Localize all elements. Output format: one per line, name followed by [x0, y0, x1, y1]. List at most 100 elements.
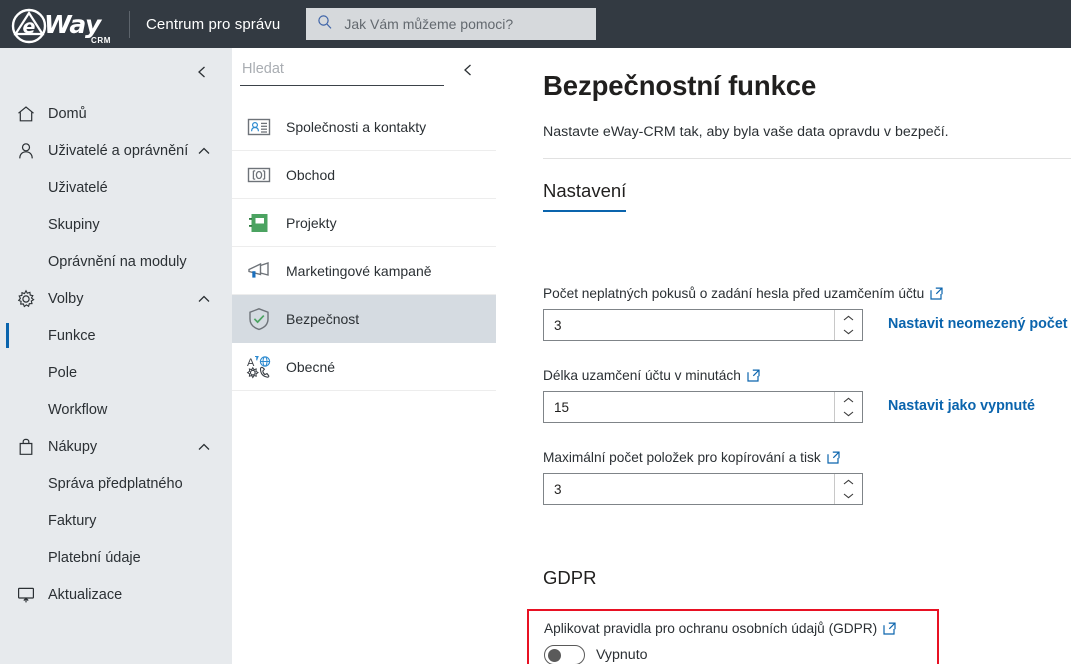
field-invalid-login-attempts: Počet neplatných pokusů o zadání hesla p…	[543, 286, 1068, 341]
external-link-icon[interactable]	[747, 369, 760, 382]
action-set-disabled[interactable]: Nastavit jako vypnuté	[888, 398, 1035, 414]
spinner-buttons	[834, 474, 862, 504]
top-bar: e Way CRM Centrum pro správu	[0, 0, 1071, 48]
module-item-marketingové-kampaně[interactable]: Marketingové kampaně	[232, 247, 496, 295]
sidebar-item-aktualizace[interactable]: Aktualizace	[0, 576, 232, 613]
sidebar-item-label: Oprávnění na moduly	[48, 253, 187, 270]
gdpr-field-label: Aplikovat pravidla pro ochranu osobních …	[544, 621, 937, 636]
sidebar-item-volby[interactable]: Volby	[0, 280, 232, 317]
action-set-unlimited[interactable]: Nastavit neomezený počet	[888, 316, 1068, 332]
sidebar-item-label: Domů	[48, 105, 87, 122]
search-input[interactable]	[342, 15, 578, 33]
home-icon	[16, 104, 36, 124]
sidebar-item-label: Skupiny	[48, 216, 100, 233]
sidebar-item-uživatelé[interactable]: Uživatelé	[0, 169, 232, 206]
field-label: Maximální počet položek pro kopírování a…	[543, 450, 863, 465]
field-max-copy-print-items: Maximální počet položek pro kopírování a…	[543, 450, 863, 505]
spinner-input[interactable]	[544, 474, 826, 504]
module-item-projekty[interactable]: Projekty	[232, 199, 496, 247]
field-label-text: Délka uzamčení účtu v minutách	[543, 368, 741, 383]
spinner-down-button[interactable]	[841, 491, 857, 501]
contact-card-icon	[246, 114, 272, 140]
module-item-společnosti-a-kontakty[interactable]: Společnosti a kontakty	[232, 103, 496, 151]
field-label: Délka uzamčení účtu v minutách	[543, 368, 863, 383]
eway-logo-crm-text: CRM	[90, 36, 111, 45]
spinner-input[interactable]	[544, 310, 826, 340]
module-item-bezpečnost[interactable]: Bezpečnost	[232, 295, 496, 343]
svg-text:e: e	[23, 16, 36, 38]
global-search[interactable]	[306, 8, 597, 40]
topbar-divider	[129, 10, 130, 38]
module-item-label: Projekty	[286, 214, 337, 231]
project-book-icon	[246, 210, 272, 236]
sidebar-item-oprávnění-na-moduly[interactable]: Oprávnění na moduly	[0, 243, 232, 280]
chevron-up-icon[interactable]	[196, 439, 212, 455]
spinner-down-button[interactable]	[841, 327, 857, 337]
sidebar-item-uživatelé-a-oprávnění[interactable]: Uživatelé a oprávnění	[0, 132, 232, 169]
sidebar-item-funkce[interactable]: Funkce	[0, 317, 232, 354]
sidebar-item-nákupy[interactable]: Nákupy	[0, 428, 232, 465]
sidebar-item-label: Uživatelé	[48, 179, 108, 196]
spinner-input[interactable]	[544, 392, 826, 422]
field-label-text: Počet neplatných pokusů o zadání hesla p…	[543, 286, 925, 301]
bag-icon	[16, 437, 36, 457]
sidebar-item-pole[interactable]: Pole	[0, 354, 232, 391]
module-item-obecné[interactable]: A Obecné	[232, 343, 496, 391]
chevron-up-icon[interactable]	[196, 291, 212, 307]
spinner-up-button[interactable]	[841, 314, 857, 324]
spinner-max-copy-print-items[interactable]	[543, 473, 863, 505]
sidebar-item-label: Platební údaje	[48, 549, 141, 566]
eway-logo-mark: e	[11, 8, 47, 44]
gdpr-label-text: Aplikovat pravidla pro ochranu osobních …	[544, 621, 878, 636]
external-link-icon[interactable]	[883, 622, 896, 635]
eway-crm-logo[interactable]: e Way CRM	[11, 4, 111, 45]
spinner-up-button[interactable]	[841, 396, 857, 406]
svg-text:A: A	[247, 357, 255, 369]
tab-bar: Nastavení	[543, 180, 627, 212]
sidebar-item-správa-předplatného[interactable]: Správa předplatného	[0, 465, 232, 502]
sidebar-item-workflow[interactable]: Workflow	[0, 391, 232, 428]
module-search-input[interactable]	[240, 56, 444, 86]
sidebar-item-faktury[interactable]: Faktury	[0, 502, 232, 539]
field-lockout-duration: Délka uzamčení účtu v minutách Nastav	[543, 368, 1035, 423]
spinner-invalid-login-attempts[interactable]	[543, 309, 863, 341]
tab-nastaveni[interactable]: Nastavení	[543, 180, 627, 212]
sidebar-item-domů[interactable]: Domů	[0, 95, 232, 132]
field-label: Počet neplatných pokusů o zadání hesla p…	[543, 286, 943, 301]
update-icon	[16, 585, 36, 605]
sidebar-item-label: Workflow	[48, 401, 108, 418]
gear-icon	[16, 289, 36, 309]
megaphone-icon	[246, 258, 272, 284]
spinner-down-button[interactable]	[841, 409, 857, 419]
chevron-up-icon[interactable]	[196, 143, 212, 159]
module-item-label: Obchod	[286, 166, 336, 183]
gdpr-toggle[interactable]	[544, 645, 585, 664]
external-link-icon[interactable]	[930, 287, 943, 300]
eway-logo-wordmark: Way	[44, 10, 101, 39]
page-subtitle: Nastavte eWay-CRM tak, aby byla vaše dat…	[543, 124, 949, 140]
module-item-label: Obecné	[286, 358, 336, 375]
general-settings-icon: A	[246, 354, 272, 380]
module-item-obchod[interactable]: Obchod	[232, 151, 496, 199]
sidebar-item-skupiny[interactable]: Skupiny	[0, 206, 232, 243]
chevron-left-icon	[198, 66, 205, 78]
module-item-label: Bezpečnost	[286, 310, 360, 327]
search-icon	[317, 14, 333, 35]
shield-check-icon	[246, 306, 272, 332]
chevron-left-icon	[464, 64, 471, 76]
module-list: Společnosti a kontakty Obchod Projekty Mark…	[232, 103, 496, 391]
sidebar-item-label: Faktury	[48, 512, 97, 529]
spinner-buttons	[834, 310, 862, 340]
sidebar-collapse-button[interactable]	[188, 58, 216, 86]
spinner-lockout-duration[interactable]	[543, 391, 863, 423]
sidebar-item-label: Volby	[48, 290, 84, 307]
module-item-label: Marketingové kampaně	[286, 262, 432, 279]
deal-icon	[246, 162, 272, 188]
gdpr-toggle-row: Vypnuto	[544, 645, 937, 664]
module-panel-collapse-button[interactable]	[454, 56, 482, 84]
gdpr-toggle-state-label: Vypnuto	[596, 647, 648, 663]
external-link-icon[interactable]	[827, 451, 840, 464]
spinner-up-button[interactable]	[841, 478, 857, 488]
sidebar-item-platební-údaje[interactable]: Platební údaje	[0, 539, 232, 576]
user-icon	[16, 141, 36, 161]
